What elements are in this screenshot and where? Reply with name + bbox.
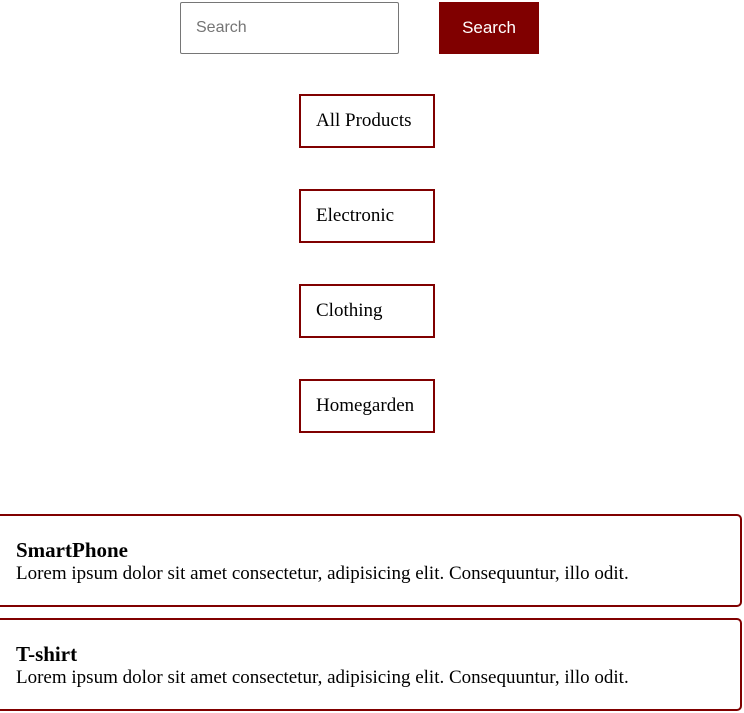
- product-description: Lorem ipsum dolor sit amet consectetur, …: [16, 563, 629, 584]
- search-button[interactable]: Search: [439, 2, 539, 54]
- filter-homegarden-button[interactable]: Homegarden: [299, 379, 435, 433]
- filter-clothing-button[interactable]: Clothing: [299, 284, 435, 338]
- filter-electronic-button[interactable]: Electronic: [299, 189, 435, 243]
- product-card: SmartPhone Lorem ipsum dolor sit amet co…: [0, 514, 742, 607]
- product-card: T-shirt Lorem ipsum dolor sit amet conse…: [0, 618, 742, 711]
- product-description: Lorem ipsum dolor sit amet consectetur, …: [16, 667, 629, 688]
- search-input[interactable]: [180, 2, 399, 54]
- filter-all-products-button[interactable]: All Products: [299, 94, 435, 148]
- product-title: T-shirt: [16, 642, 78, 666]
- product-title: SmartPhone: [16, 538, 128, 562]
